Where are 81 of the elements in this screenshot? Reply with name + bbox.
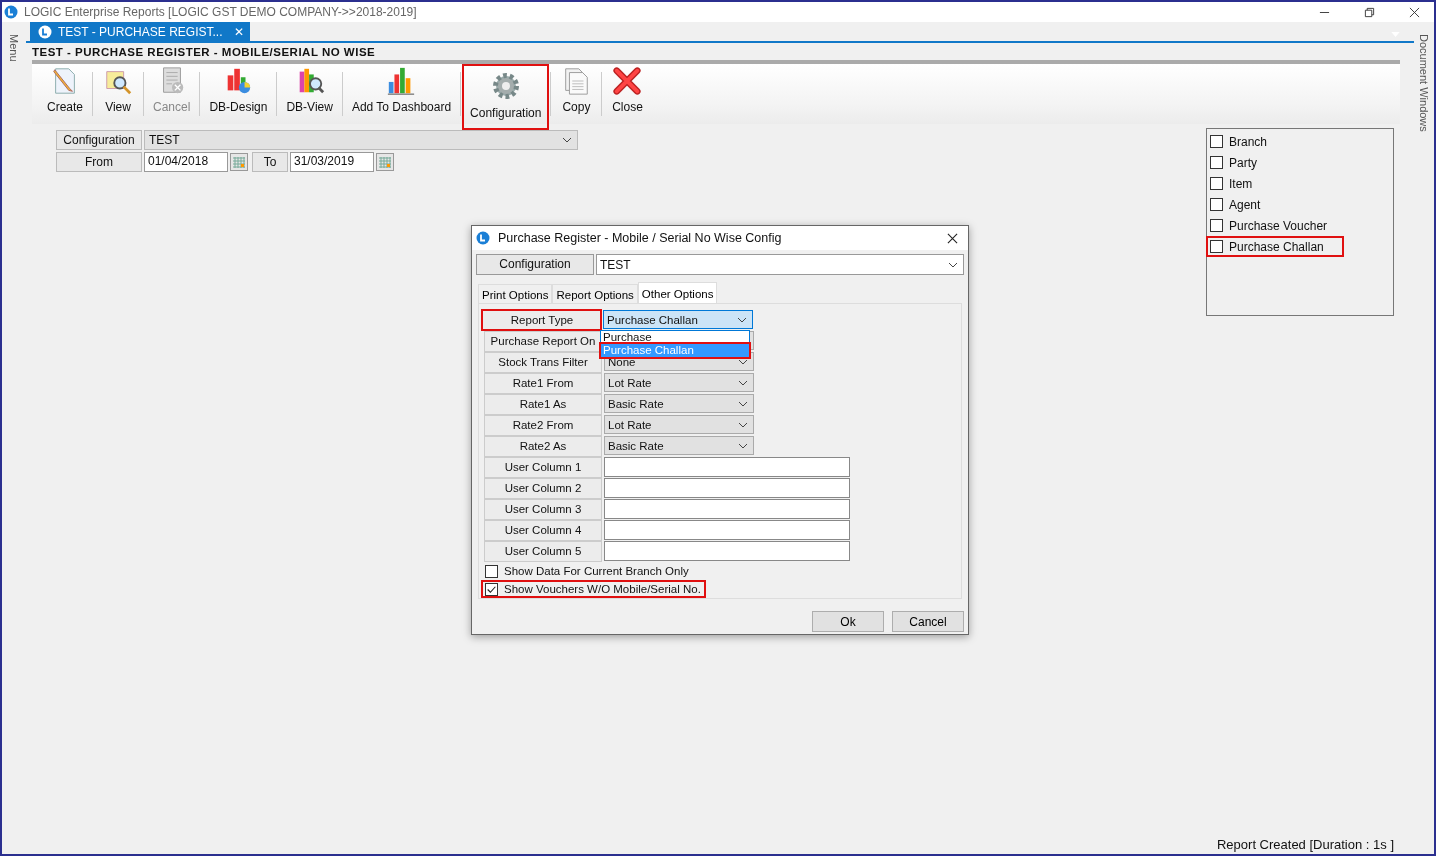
chevron-down-icon <box>738 421 748 428</box>
restore-icon[interactable] <box>1364 6 1375 18</box>
chevron-down-icon <box>562 137 572 143</box>
checkbox-label: Item <box>1229 176 1253 191</box>
option-label: Stock Trans Filter <box>484 352 602 373</box>
configuration-dropdown[interactable]: TEST <box>596 254 964 275</box>
document-windows-panel-tab[interactable]: Document Windows <box>1418 34 1430 132</box>
option-dropdown[interactable]: Basic Rate <box>604 394 754 413</box>
option-label: Rate1 As <box>484 394 602 415</box>
tab[interactable]: Print Options <box>478 284 553 303</box>
input-field[interactable] <box>604 520 850 540</box>
date-field[interactable]: 31/03/2019 <box>290 152 374 172</box>
checkbox[interactable] <box>1210 198 1223 211</box>
chevron-down-icon <box>738 400 748 407</box>
field-label: To <box>252 152 288 172</box>
input-field[interactable] <box>604 457 850 477</box>
close-icon[interactable] <box>947 232 958 244</box>
checkbox-label: Purchase Challan <box>1229 239 1324 254</box>
toolbar-button[interactable]: DB-View <box>278 64 341 124</box>
app-logo-icon <box>476 231 490 245</box>
tab-close-button[interactable]: ✕ <box>234 24 245 39</box>
chevron-down-icon <box>738 379 748 386</box>
toolbar-button[interactable]: Copy <box>552 64 601 124</box>
option-dropdown[interactable]: Purchase Challan <box>603 310 753 329</box>
input-field[interactable] <box>604 541 850 561</box>
option-dropdown[interactable]: Lot Rate <box>604 373 754 392</box>
checkbox-label: Show Data For Current Branch Only <box>504 565 689 577</box>
option-label: Rate2 As <box>484 436 602 457</box>
tab-title: TEST - PURCHASE REGIST... <box>58 24 223 39</box>
option-label: Rate2 From <box>484 415 602 436</box>
option-label: Purchase Report On <box>484 331 602 352</box>
status-text: Report Created [Duration : 1s ] <box>1215 836 1395 854</box>
field-label: Configuration <box>56 130 142 150</box>
checkbox[interactable] <box>1210 156 1223 169</box>
input-field[interactable] <box>604 499 850 519</box>
option-label: User Column 1 <box>484 457 602 478</box>
checkbox-label: Branch <box>1229 134 1268 149</box>
option-label: User Column 2 <box>484 478 602 499</box>
input-field[interactable] <box>604 478 850 498</box>
checkbox[interactable] <box>1210 219 1223 232</box>
window-title: LOGIC Enterprise Reports [LOGIC GST DEMO COMPANY->>2018-2019] <box>24 5 417 19</box>
option-dropdown[interactable]: Lot Rate <box>604 415 754 434</box>
ok-button[interactable]: Ok <box>812 611 884 632</box>
date-field[interactable]: 01/04/2018 <box>144 152 228 172</box>
toolbar-button[interactable]: Close <box>603 64 652 124</box>
checkbox-label: Show Vouchers W/O Mobile/Serial No. <box>504 583 701 595</box>
checkbox-label: Agent <box>1229 197 1261 212</box>
report-title: TEST - PURCHASE REGISTER - MOBILE/SERIAL NO WISE <box>31 45 377 60</box>
checkbox[interactable] <box>1210 177 1223 190</box>
document-tab[interactable]: TEST - PURCHASE REGIST... ✕ <box>30 22 251 41</box>
checkbox[interactable] <box>1210 135 1223 148</box>
option-label: Rate1 From <box>484 373 602 394</box>
cancel-button[interactable]: Cancel <box>892 611 964 632</box>
chevron-down-icon <box>738 442 748 449</box>
toolbar-button[interactable]: DB-Design <box>201 64 276 124</box>
dialog-title: Purchase Register - Mobile / Serial No Wise Config <box>498 231 782 245</box>
checkbox[interactable] <box>1210 240 1223 253</box>
tab[interactable]: Other Options <box>637 282 718 303</box>
menu-panel-tab[interactable]: Menu <box>8 34 20 62</box>
chevron-down-icon <box>948 261 958 268</box>
dropdown-option[interactable]: Purchase <box>601 331 749 344</box>
close-icon <box>611 66 644 96</box>
close-icon[interactable] <box>1409 6 1420 18</box>
field-label: From <box>56 152 142 172</box>
option-label: User Column 5 <box>484 541 602 562</box>
checkbox[interactable] <box>485 564 498 578</box>
option-dropdown[interactable]: Basic Rate <box>604 436 754 455</box>
checkbox-label: Party <box>1229 155 1257 170</box>
checkbox-label: Purchase Voucher <box>1229 218 1328 233</box>
tab[interactable]: Report Options <box>552 284 638 303</box>
app-logo-icon <box>38 24 52 39</box>
option-label: User Column 4 <box>484 520 602 541</box>
toolbar-button[interactable]: View <box>94 64 143 124</box>
field-label: Configuration <box>476 254 594 275</box>
checkbox[interactable] <box>485 582 498 596</box>
configuration-dropdown[interactable]: TEST <box>144 130 578 150</box>
chevron-down-icon <box>737 316 747 323</box>
option-label: User Column 3 <box>484 499 602 520</box>
option-label: Report Type <box>481 309 602 331</box>
toolbar-button[interactable]: Create <box>39 64 92 124</box>
toolbar-button[interactable]: Add To Dashboard <box>343 64 460 124</box>
